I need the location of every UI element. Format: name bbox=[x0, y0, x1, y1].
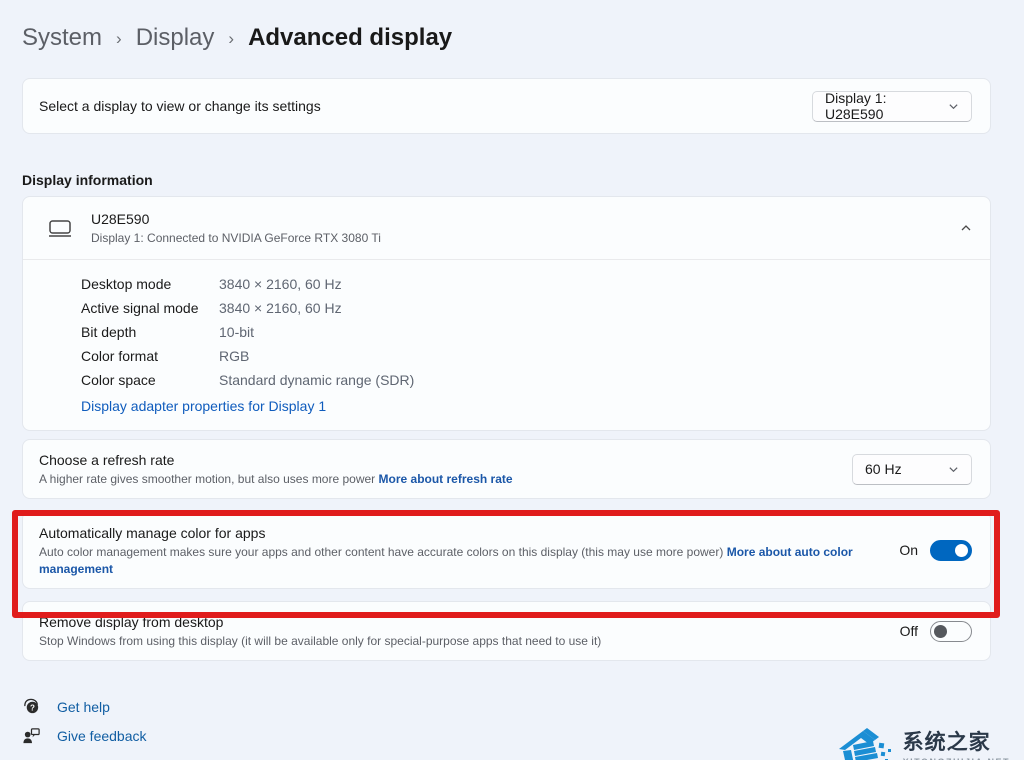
detail-label: Desktop mode bbox=[81, 272, 219, 296]
detail-row: Color space Standard dynamic range (SDR) bbox=[81, 368, 974, 392]
detail-row: Color format RGB bbox=[81, 344, 974, 368]
remove-display-title: Remove display from desktop bbox=[39, 612, 876, 632]
auto-color-title: Automatically manage color for apps bbox=[39, 523, 875, 543]
detail-value: Standard dynamic range (SDR) bbox=[219, 368, 414, 392]
toggle-knob bbox=[934, 625, 947, 638]
remove-display-toggle[interactable] bbox=[930, 621, 972, 642]
detail-label: Active signal mode bbox=[81, 296, 219, 320]
breadcrumb-display[interactable]: Display bbox=[136, 24, 215, 52]
auto-color-toggle-state: On bbox=[899, 542, 918, 558]
display-select-value: Display 1: U28E590 bbox=[825, 90, 940, 122]
remove-display-card: Remove display from desktop Stop Windows… bbox=[22, 601, 991, 661]
chevron-up-icon bbox=[960, 222, 972, 234]
refresh-rate-dropdown[interactable]: 60 Hz bbox=[852, 454, 972, 485]
breadcrumb-system[interactable]: System bbox=[22, 24, 102, 52]
feedback-icon bbox=[22, 726, 41, 745]
watermark-site-name: 系统之家 bbox=[903, 731, 1010, 755]
help-bubble-icon: ? bbox=[22, 697, 41, 716]
display-information-heading: Display information bbox=[22, 172, 1024, 188]
detail-value: 3840 × 2160, 60 Hz bbox=[219, 272, 342, 296]
remove-display-description: Stop Windows from using this display (it… bbox=[39, 633, 876, 650]
refresh-rate-value: 60 Hz bbox=[865, 461, 902, 477]
refresh-rate-description: A higher rate gives smoother motion, but… bbox=[39, 471, 828, 488]
detail-row: Active signal mode 3840 × 2160, 60 Hz bbox=[81, 296, 974, 320]
select-display-card: Select a display to view or change its s… bbox=[22, 78, 991, 134]
display-information-expander[interactable]: U28E590 Display 1: Connected to NVIDIA G… bbox=[23, 197, 990, 259]
auto-color-management-card: Automatically manage color for apps Auto… bbox=[22, 511, 991, 589]
display-details: Desktop mode 3840 × 2160, 60 Hz Active s… bbox=[23, 260, 990, 430]
display-adapter-properties-link[interactable]: Display adapter properties for Display 1 bbox=[81, 394, 326, 418]
detail-value: 3840 × 2160, 60 Hz bbox=[219, 296, 342, 320]
display-select-dropdown[interactable]: Display 1: U28E590 bbox=[812, 91, 972, 122]
site-logo-icon bbox=[833, 723, 895, 760]
svg-text:?: ? bbox=[30, 703, 35, 712]
detail-label: Color format bbox=[81, 344, 219, 368]
breadcrumb-separator-icon: › bbox=[228, 27, 234, 49]
detail-label: Color space bbox=[81, 368, 219, 392]
remove-display-toggle-state: Off bbox=[900, 623, 918, 639]
more-about-refresh-rate-link[interactable]: More about refresh rate bbox=[379, 472, 513, 486]
page-title: Advanced display bbox=[248, 24, 452, 52]
breadcrumb-separator-icon: › bbox=[116, 27, 122, 49]
detail-row: Desktop mode 3840 × 2160, 60 Hz bbox=[81, 272, 974, 296]
detail-value: RGB bbox=[219, 344, 249, 368]
display-information-card: U28E590 Display 1: Connected to NVIDIA G… bbox=[22, 196, 991, 431]
monitor-icon bbox=[47, 216, 73, 240]
get-help-link[interactable]: ? Get help bbox=[22, 697, 110, 716]
breadcrumb: System › Display › Advanced display bbox=[22, 24, 1024, 52]
detail-label: Bit depth bbox=[81, 320, 219, 344]
toggle-knob bbox=[955, 544, 968, 557]
refresh-rate-title: Choose a refresh rate bbox=[39, 450, 828, 470]
chevron-down-icon bbox=[948, 101, 959, 112]
auto-color-description: Auto color management makes sure your ap… bbox=[39, 544, 875, 578]
detail-row: Bit depth 10-bit bbox=[81, 320, 974, 344]
chevron-down-icon bbox=[948, 464, 959, 475]
monitor-connection: Display 1: Connected to NVIDIA GeForce R… bbox=[91, 230, 960, 246]
give-feedback-link[interactable]: Give feedback bbox=[22, 726, 147, 745]
watermark: 系统之家 XITONGZHIJIA.NET XITONGZHIJIA.NET bbox=[833, 723, 1010, 760]
monitor-name: U28E590 bbox=[91, 210, 960, 228]
auto-color-toggle[interactable] bbox=[930, 540, 972, 561]
refresh-rate-card: Choose a refresh rate A higher rate give… bbox=[22, 439, 991, 499]
select-display-label: Select a display to view or change its s… bbox=[39, 96, 321, 116]
detail-value: 10-bit bbox=[219, 320, 254, 344]
